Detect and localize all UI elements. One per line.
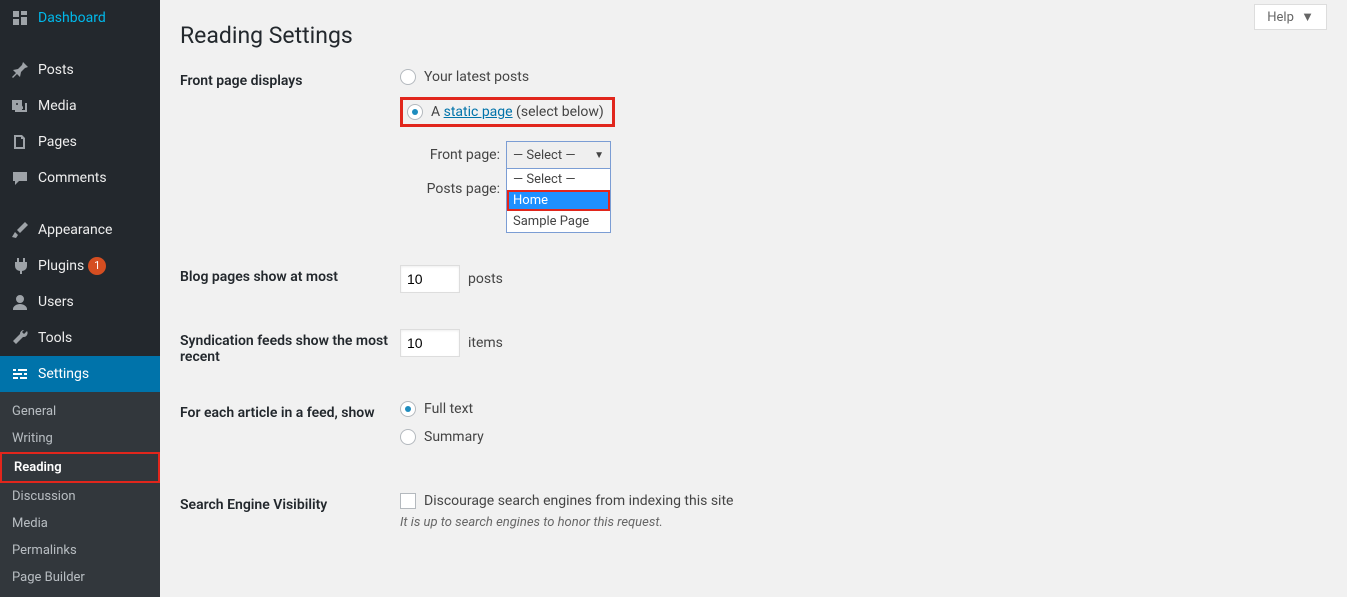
help-label: Help: [1267, 10, 1294, 25]
dashboard-icon: [10, 8, 30, 28]
radio-latest-posts[interactable]: Your latest posts: [400, 69, 1327, 85]
radio-summary[interactable]: Summary: [400, 429, 1327, 445]
dropdown-opt-select[interactable]: — Select —: [507, 169, 610, 190]
sidebar-item-appearance[interactable]: Appearance: [0, 212, 160, 248]
sliders-icon: [10, 364, 30, 384]
blog-pages-suffix: posts: [468, 271, 503, 287]
seo-checkbox-row[interactable]: Discourage search engines from indexing …: [400, 493, 1327, 509]
sidebar-label: Dashboard: [38, 10, 106, 26]
seo-note: It is up to search engines to honor this…: [400, 515, 1327, 530]
front-displays-label: Front page displays: [180, 69, 400, 89]
main-content: Help ▼ Reading Settings Front page displ…: [160, 0, 1347, 591]
sidebar-item-plugins[interactable]: Plugins 1: [0, 248, 160, 284]
blog-pages-label: Blog pages show at most: [180, 265, 400, 285]
brush-icon: [10, 220, 30, 240]
sidebar-label: Posts: [38, 62, 74, 78]
radio-icon: [400, 69, 416, 85]
radio-label: Summary: [424, 429, 484, 445]
sidebar-item-posts[interactable]: Posts: [0, 52, 160, 88]
radio-full-text[interactable]: Full text: [400, 401, 1327, 417]
syndication-label: Syndication feeds show the most recent: [180, 329, 400, 365]
sidebar-label: Comments: [38, 170, 107, 186]
chevron-down-icon: ▼: [1301, 10, 1314, 25]
submenu-discussion[interactable]: Discussion: [0, 483, 160, 510]
page-title: Reading Settings: [180, 22, 1327, 49]
radio-label: A static page (select below): [431, 104, 604, 120]
sidebar-item-dashboard[interactable]: Dashboard: [0, 0, 160, 36]
submenu-media[interactable]: Media: [0, 510, 160, 537]
sidebar-label: Tools: [38, 330, 72, 346]
dropdown-opt-sample[interactable]: Sample Page: [507, 211, 610, 232]
pages-icon: [10, 132, 30, 152]
seo-label: Search Engine Visibility: [180, 493, 400, 513]
pin-icon: [10, 60, 30, 80]
submenu-writing[interactable]: Writing: [0, 425, 160, 452]
users-icon: [10, 292, 30, 312]
sidebar-item-pages[interactable]: Pages: [0, 124, 160, 160]
sidebar-label: Media: [38, 98, 77, 114]
syndication-input[interactable]: [400, 329, 460, 357]
sidebar-item-media[interactable]: Media: [0, 88, 160, 124]
admin-sidebar: Dashboard Posts Media Pages Comments App…: [0, 0, 160, 591]
checkbox-icon: [400, 493, 416, 509]
plugins-badge: 1: [88, 257, 106, 275]
wrench-icon: [10, 328, 30, 348]
radio-icon: [400, 401, 416, 417]
checkbox-label: Discourage search engines from indexing …: [424, 493, 733, 509]
syndication-suffix: items: [468, 335, 503, 351]
submenu-reading[interactable]: Reading: [0, 452, 160, 483]
front-page-select-label: Front page:: [420, 147, 500, 163]
sidebar-item-settings[interactable]: Settings: [0, 356, 160, 392]
sidebar-item-comments[interactable]: Comments: [0, 160, 160, 196]
radio-static-page[interactable]: A static page (select below): [407, 104, 604, 120]
radio-label: Full text: [424, 401, 473, 417]
chevron-down-icon: ▼: [594, 150, 604, 161]
comments-icon: [10, 168, 30, 188]
plugin-icon: [10, 256, 30, 276]
select-value: — Select —: [513, 148, 575, 163]
front-page-select[interactable]: — Select — ▼: [506, 141, 611, 169]
radio-label: Your latest posts: [424, 69, 529, 85]
blog-pages-input[interactable]: [400, 265, 460, 293]
radio-icon: [407, 104, 423, 120]
posts-page-select-label: Posts page:: [420, 181, 500, 197]
submenu-page-builder[interactable]: Page Builder: [0, 564, 160, 591]
front-page-dropdown: — Select — Home Sample Page: [506, 168, 611, 233]
sidebar-label: Users: [38, 294, 74, 310]
sidebar-item-tools[interactable]: Tools: [0, 320, 160, 356]
media-icon: [10, 96, 30, 116]
help-tab[interactable]: Help ▼: [1254, 4, 1327, 30]
submenu-general[interactable]: General: [0, 398, 160, 425]
sidebar-item-users[interactable]: Users: [0, 284, 160, 320]
static-page-link[interactable]: static page: [444, 104, 513, 120]
sidebar-label: Settings: [38, 366, 89, 382]
submenu-permalinks[interactable]: Permalinks: [0, 537, 160, 564]
radio-icon: [400, 429, 416, 445]
settings-submenu: General Writing Reading Discussion Media…: [0, 392, 160, 597]
feed-article-label: For each article in a feed, show: [180, 401, 400, 421]
sidebar-label: Appearance: [38, 222, 112, 238]
dropdown-opt-home[interactable]: Home: [507, 190, 610, 211]
sidebar-label: Pages: [38, 134, 77, 150]
sidebar-label: Plugins: [38, 258, 84, 274]
